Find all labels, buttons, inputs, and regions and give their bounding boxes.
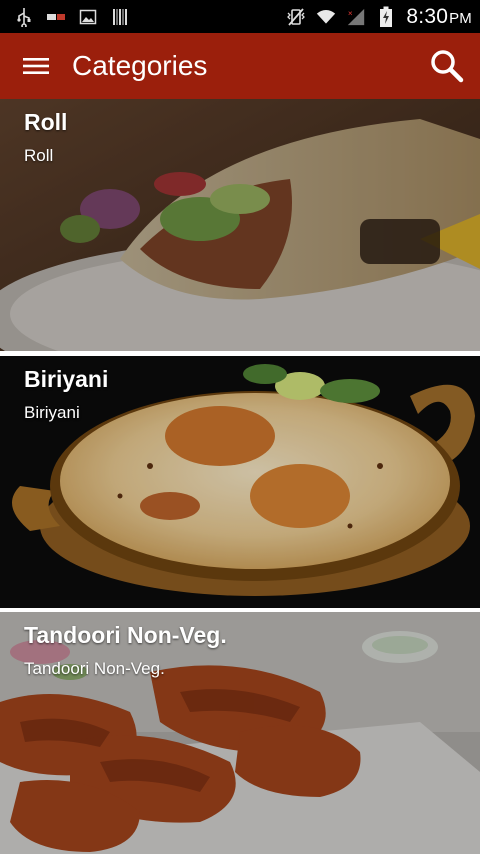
category-subtitle: Tandoori Non-Veg. bbox=[24, 659, 165, 678]
category-subtitle: Biriyani bbox=[24, 403, 80, 422]
svg-text:×: × bbox=[348, 9, 353, 18]
signal-icon: × bbox=[346, 7, 366, 27]
status-clock: 8:30PM bbox=[406, 4, 472, 28]
app-bar: Categories bbox=[0, 33, 480, 99]
search-icon bbox=[431, 50, 464, 83]
page-title: Categories bbox=[72, 50, 208, 81]
status-right-icons: × 8:30PM bbox=[286, 5, 472, 29]
card-overlay bbox=[0, 99, 480, 351]
menu-button[interactable] bbox=[0, 33, 72, 99]
hamburger-menu-icon bbox=[23, 58, 49, 74]
wifi-icon bbox=[316, 7, 336, 27]
battery-icon bbox=[376, 6, 396, 27]
category-card-tandoori[interactable]: Tandoori Non-Veg. Tandoori Non-Veg. bbox=[0, 612, 480, 854]
card-overlay bbox=[0, 356, 480, 608]
category-list: Roll Roll Biriyani Biriyani Tandoori Non… bbox=[0, 99, 480, 854]
category-title: Roll bbox=[24, 109, 68, 135]
category-subtitle: Roll bbox=[24, 146, 54, 165]
status-bar: × 8:30PM bbox=[0, 0, 480, 33]
category-card-biriyani[interactable]: Biriyani Biriyani bbox=[0, 356, 480, 608]
vibrate-icon bbox=[286, 7, 306, 27]
status-left-icons bbox=[14, 7, 130, 27]
image-icon bbox=[78, 7, 98, 27]
notification-icon bbox=[46, 7, 66, 27]
usb-icon bbox=[14, 7, 34, 27]
barcode-icon bbox=[110, 7, 130, 27]
category-title: Tandoori Non-Veg. bbox=[24, 622, 227, 648]
search-button[interactable] bbox=[414, 33, 480, 99]
category-card-roll[interactable]: Roll Roll bbox=[0, 99, 480, 351]
category-title: Biriyani bbox=[24, 366, 109, 392]
